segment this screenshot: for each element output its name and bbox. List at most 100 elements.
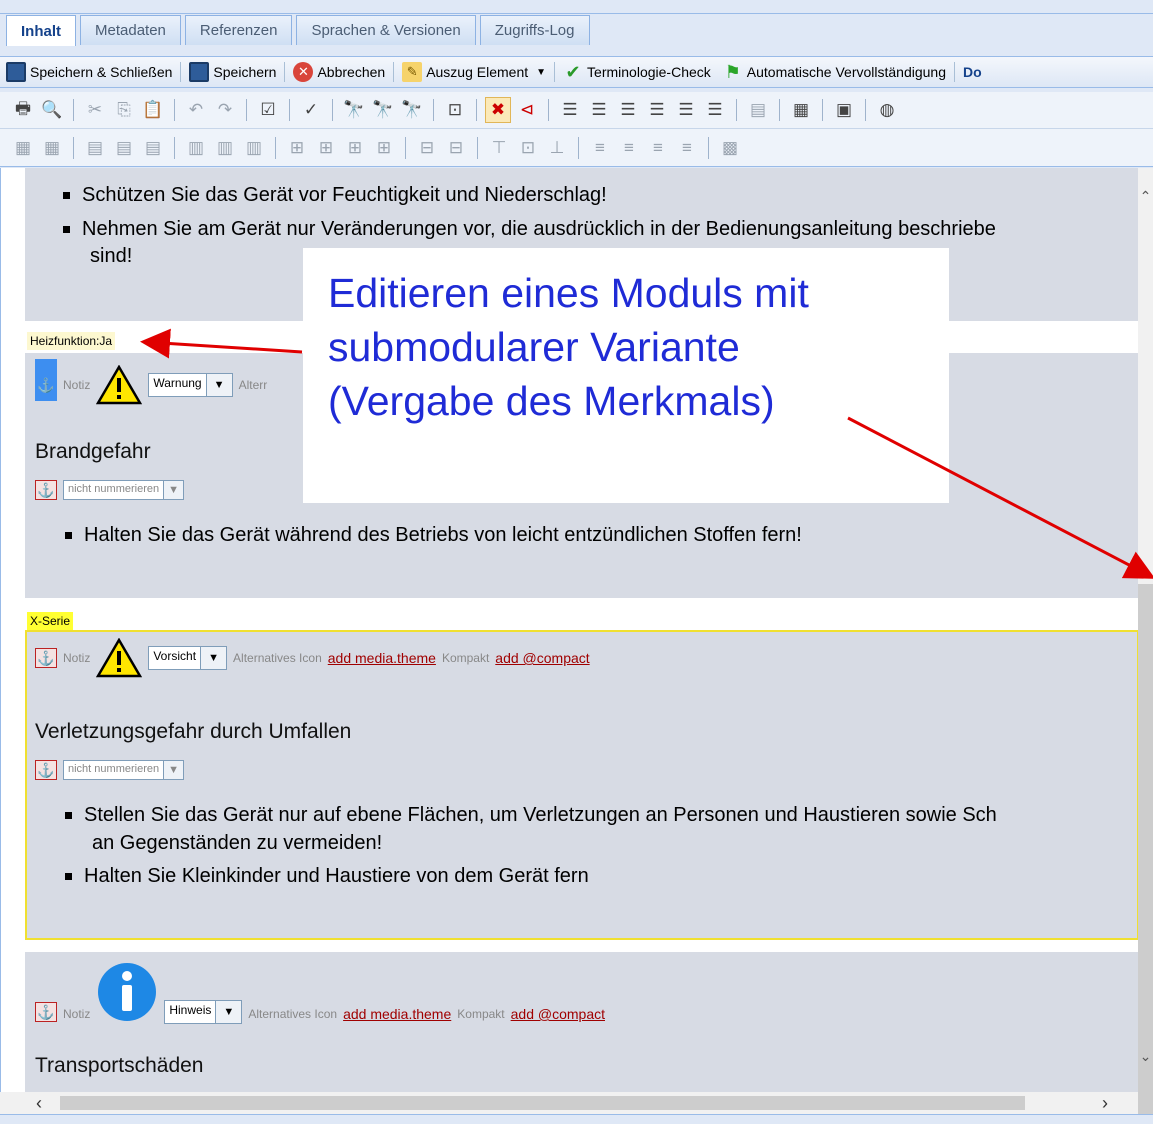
bullet-text: Schützen Sie das Gerät vor Feuchtigkeit … — [82, 184, 607, 206]
find-icon[interactable]: 🔭 — [341, 97, 367, 123]
icon-separator — [174, 99, 175, 121]
entity-icon[interactable]: ▦ — [788, 97, 814, 123]
valign-bottom-icon[interactable]: ⊥ — [544, 135, 570, 161]
scroll-up-icon[interactable]: ⌃ — [1138, 188, 1153, 208]
clipboard-icon[interactable]: ▣ — [831, 97, 857, 123]
feature-tag[interactable]: Heizfunktion:Ja — [27, 332, 116, 350]
find-next-icon[interactable]: 🔭 — [370, 97, 396, 123]
numbering-value: nicht nummerieren — [68, 763, 160, 775]
numbering-select[interactable]: nicht nummerieren ▼ — [63, 760, 185, 780]
overflow-button[interactable]: Do — [957, 58, 988, 86]
split-cell-icon[interactable]: ⊟ — [414, 135, 440, 161]
annotation-callout: Editieren eines Moduls mit submodularer … — [303, 248, 949, 503]
chevron-down-icon: ▼ — [215, 1001, 242, 1023]
anchor-icon[interactable]: ⚓ — [35, 648, 57, 668]
globe-icon[interactable]: ◍ — [874, 97, 900, 123]
anchor-icon[interactable]: ⚓ — [35, 1002, 57, 1022]
scroll-right-icon[interactable]: › — [1090, 1092, 1120, 1114]
split-row-icon[interactable]: ⊟ — [443, 135, 469, 161]
insert-section-icon[interactable]: ☰ — [557, 97, 583, 123]
join-cells-icon[interactable]: ⊞ — [284, 135, 310, 161]
tab-zugriffs-log[interactable]: Zugriffs-Log — [479, 15, 590, 45]
series-tag[interactable]: X-Serie — [27, 612, 74, 630]
vertical-scrollbar[interactable]: ⌃ ⌄ — [1138, 168, 1153, 1119]
spellcheck-icon[interactable]: ✓ — [298, 97, 324, 123]
align-left-icon[interactable]: ≡ — [587, 135, 613, 161]
bullet-text: Nehmen Sie am Gerät nur Veränderungen vo… — [82, 218, 996, 240]
delete-element-icon[interactable]: ☰ — [702, 97, 728, 123]
icon-separator — [246, 99, 247, 121]
align-justify-icon[interactable]: ≡ — [674, 135, 700, 161]
icon-separator — [405, 136, 406, 159]
save-button[interactable]: Speichern — [183, 58, 282, 86]
insert-para-icon[interactable]: ☰ — [586, 97, 612, 123]
icon-separator — [433, 99, 434, 121]
tab-inhalt[interactable]: Inhalt — [6, 15, 76, 46]
valign-middle-icon[interactable]: ⊡ — [515, 135, 541, 161]
warning-triangle-icon — [96, 638, 143, 678]
tab-sprachen-versionen[interactable]: Sprachen & Versionen — [296, 15, 476, 45]
add-media-theme-link[interactable]: add media.theme — [343, 1006, 451, 1022]
signal-word-select[interactable]: Hinweis ▼ — [164, 1000, 243, 1024]
terminology-check-button[interactable]: ✔ Terminologie-Check — [557, 58, 717, 86]
note-label: Notiz — [63, 1007, 91, 1021]
scroll-thumb[interactable] — [1138, 584, 1153, 1119]
checkmark-icon: ✔ — [565, 62, 581, 82]
paste-icon[interactable]: 📋 — [140, 97, 166, 123]
numbering-control: ⚓ nicht nummerieren ▼ — [35, 760, 185, 780]
table-icon[interactable]: ▦ — [10, 135, 36, 161]
element-icon[interactable]: ⊡ — [442, 97, 468, 123]
numbering-select[interactable]: nicht nummerieren ▼ — [63, 480, 185, 500]
tab-referenzen[interactable]: Referenzen — [184, 15, 293, 45]
signal-word-select[interactable]: Vorsicht ▼ — [148, 646, 228, 670]
anchor-icon[interactable]: ⚓ — [35, 760, 57, 780]
autocomplete-button[interactable]: ⚑ Automatische Vervollständigung — [717, 58, 952, 86]
join-rows-icon[interactable]: ⊞ — [313, 135, 339, 161]
insert-list-icon[interactable]: ☰ — [615, 97, 641, 123]
table-props-icon[interactable]: ▦ — [39, 135, 65, 161]
col-right-icon[interactable]: ▥ — [212, 135, 238, 161]
col-left-icon[interactable]: ▥ — [183, 135, 209, 161]
delete-row-icon[interactable]: ▤ — [140, 135, 166, 161]
align-center-icon[interactable]: ≡ — [616, 135, 642, 161]
row-above-icon[interactable]: ▤ — [82, 135, 108, 161]
chevron-down-icon: ▼ — [205, 374, 232, 396]
align-right-icon[interactable]: ≡ — [645, 135, 671, 161]
tab-metadaten[interactable]: Metadaten — [80, 15, 181, 45]
icon-separator — [174, 136, 175, 159]
table-borders-icon[interactable]: ▩ — [717, 135, 743, 161]
delete-col-icon[interactable]: ▥ — [241, 135, 267, 161]
cut-icon[interactable]: ✂ — [82, 97, 108, 123]
redo-icon[interactable]: ↷ — [212, 97, 238, 123]
join-all-icon[interactable]: ⊞ — [371, 135, 397, 161]
scroll-left-icon[interactable]: ‹ — [24, 1092, 54, 1114]
horizontal-scrollbar[interactable]: ‹ › — [0, 1092, 1138, 1114]
bug-icon[interactable]: ✖ — [485, 97, 511, 123]
icon-separator — [73, 99, 74, 121]
signal-word-select[interactable]: Warnung ▼ — [148, 373, 233, 397]
add-media-theme-link[interactable]: add media.theme — [328, 650, 436, 666]
validate-icon[interactable]: ☑ — [255, 97, 281, 123]
excerpt-element-dropdown[interactable]: ✎ Auszug Element ▼ — [396, 58, 552, 86]
alt-icon-label: Alternatives Icon — [248, 1007, 338, 1021]
print-icon[interactable]: 🖶 — [10, 97, 36, 123]
image-icon[interactable]: ▤ — [745, 97, 771, 123]
print-preview-icon[interactable]: 🔍 — [39, 97, 65, 123]
undo-icon[interactable]: ↶ — [183, 97, 209, 123]
cancel-button[interactable]: ✕ Abbrechen — [287, 58, 391, 86]
anchor-icon[interactable]: ⚓ — [35, 375, 57, 395]
anchor-icon[interactable]: ⚓ — [35, 480, 57, 500]
add-compact-link[interactable]: add @compact — [495, 650, 589, 666]
scroll-down-icon[interactable]: ⌄ — [1138, 1048, 1153, 1068]
join-cols-icon[interactable]: ⊞ — [342, 135, 368, 161]
replace-icon[interactable]: 🔭 — [399, 97, 425, 123]
insert-note-icon[interactable]: ☰ — [673, 97, 699, 123]
save-close-button[interactable]: Speichern & Schließen — [0, 58, 178, 86]
copy-icon[interactable]: ⎘ — [111, 97, 137, 123]
valign-top-icon[interactable]: ⊤ — [486, 135, 512, 161]
insert-step-icon[interactable]: ☰ — [644, 97, 670, 123]
add-compact-link[interactable]: add @compact — [511, 1006, 605, 1022]
row-below-icon[interactable]: ▤ — [111, 135, 137, 161]
scroll-thumb[interactable] — [60, 1096, 1025, 1110]
attribute-icon[interactable]: ⊲ — [514, 97, 540, 123]
